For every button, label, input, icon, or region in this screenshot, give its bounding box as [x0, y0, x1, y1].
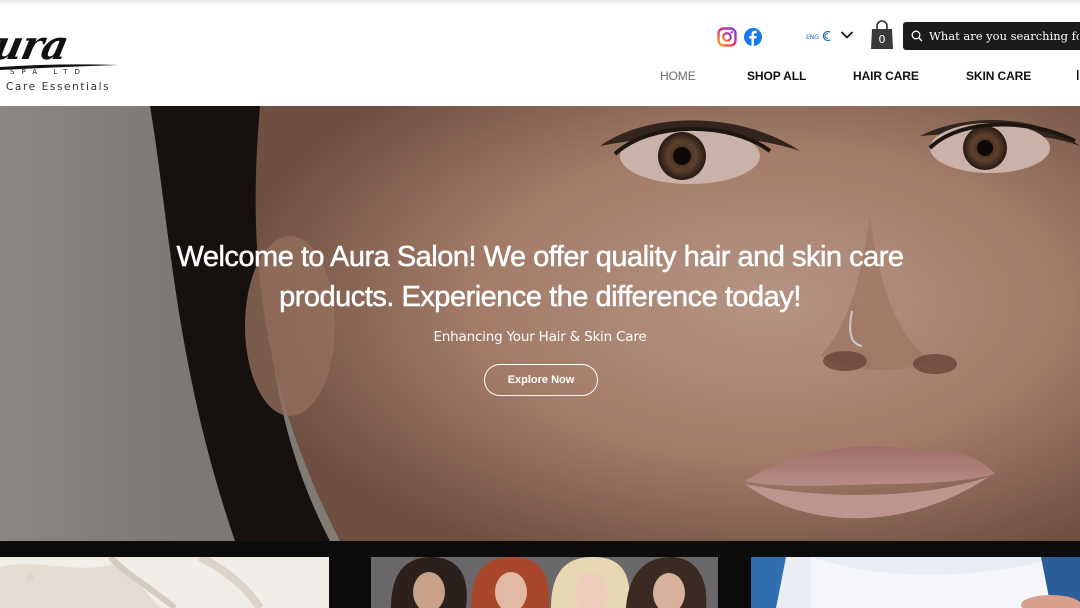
category-card-products[interactable] — [751, 557, 1080, 608]
category-card-hair[interactable] — [371, 557, 718, 608]
search-input[interactable] — [929, 22, 1079, 50]
logo-subtitle: SPA LTD — [10, 68, 87, 76]
category-card-image — [751, 557, 1080, 608]
hero-overlay — [0, 106, 1080, 541]
nav-overflow-mark — [1077, 70, 1079, 80]
language-selector[interactable]: ENG — [802, 26, 858, 48]
nav-home[interactable]: HOME — [660, 69, 696, 83]
category-card-image — [371, 557, 718, 608]
header-top-line — [0, 0, 1080, 6]
hero-headline: Welcome to Aura Salon! We offer quality … — [176, 241, 904, 314]
logo-tagline: Care Essentials — [6, 81, 111, 93]
instagram-icon[interactable] — [717, 27, 737, 47]
chevron-down-icon — [840, 31, 854, 39]
site-header: ura SPA LTD Care Essentials ENG 0 What a… — [0, 0, 1080, 106]
language-flag-icon — [822, 31, 831, 41]
hero-banner: Welcome to Aura Salon! We offer quality … — [0, 106, 1080, 541]
search-icon — [911, 30, 923, 42]
explore-now-button[interactable]: Explore Now — [484, 364, 598, 396]
category-card-skin[interactable] — [0, 557, 329, 608]
language-flag: ENG — [806, 34, 819, 41]
search-bar[interactable] — [903, 22, 1080, 50]
cart-button[interactable]: 0 — [869, 20, 895, 50]
brand-logo[interactable]: ura SPA LTD Care Essentials — [0, 8, 130, 100]
nav-more-overflow[interactable] — [1076, 69, 1080, 81]
nav-hair-care[interactable]: HAIR CARE — [853, 69, 919, 83]
hero-subtitle: Enhancing Your Hair & Skin Care — [433, 329, 647, 345]
nav-shop-all[interactable]: SHOP ALL — [747, 69, 806, 83]
cart-count: 0 — [878, 33, 886, 46]
facebook-icon[interactable] — [743, 27, 763, 47]
nav-skin-care[interactable]: SKIN CARE — [966, 69, 1031, 83]
category-card-image — [0, 557, 329, 608]
